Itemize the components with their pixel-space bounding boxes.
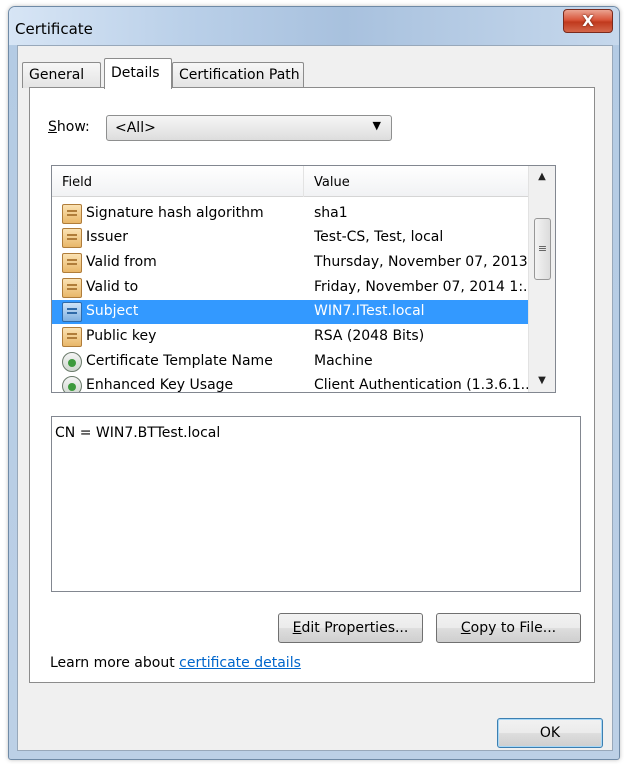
field-name: Issuer — [86, 229, 128, 245]
field-name: Signature hash algorithm — [86, 205, 264, 221]
edit-properties-button[interactable]: Edit Properties... — [278, 613, 423, 643]
certificate-icon — [62, 327, 82, 347]
column-header-value[interactable]: Value — [314, 175, 350, 190]
ok-button[interactable]: OK — [497, 718, 603, 748]
fields-list[interactable]: Field Value Signature hash algorithm sha… — [51, 165, 556, 393]
certificate-icon — [62, 204, 82, 224]
list-row[interactable]: Valid from Thursday, November 07, 2013..… — [52, 251, 555, 275]
field-detail-box[interactable]: CN = WIN7.BTTest.local — [51, 416, 581, 592]
extension-icon — [62, 352, 82, 372]
tab-certification-path[interactable]: Certification Path — [172, 62, 304, 88]
column-header-field[interactable]: Field — [62, 175, 92, 190]
list-row-selected[interactable]: Subject WIN7.ITest.local — [52, 300, 555, 324]
field-value: Friday, November 07, 2014 1:... — [314, 279, 528, 295]
window-title: Certificate — [15, 20, 93, 38]
show-label: Show: — [48, 119, 90, 135]
field-value: Thursday, November 07, 2013... — [314, 254, 528, 270]
certificate-icon — [62, 253, 82, 273]
field-value: sha1 — [314, 205, 348, 221]
extension-icon — [62, 376, 82, 392]
list-row[interactable]: Valid to Friday, November 07, 2014 1:... — [52, 276, 555, 300]
field-name: Certificate Template Name — [86, 353, 273, 369]
learn-more-text: Learn more about certificate details — [50, 655, 301, 671]
scroll-down-arrow-icon[interactable]: ▼ — [529, 370, 555, 392]
close-button[interactable]: X — [563, 9, 613, 33]
list-row[interactable]: Enhanced Key Usage Client Authentication… — [52, 374, 555, 393]
field-value: Machine — [314, 353, 373, 369]
field-detail-text: CN = WIN7.BTTest.local — [55, 425, 221, 441]
certificate-icon — [62, 302, 82, 322]
field-name: Valid from — [86, 254, 157, 270]
field-name: Valid to — [86, 279, 139, 295]
scrollbar-thumb[interactable]: ≡ — [534, 218, 551, 280]
copy-to-file-button[interactable]: Copy to File... — [436, 613, 581, 643]
field-name: Subject — [86, 303, 139, 319]
field-name: Enhanced Key Usage — [86, 377, 234, 393]
field-value: WIN7.ITest.local — [314, 303, 425, 319]
certificate-icon — [62, 278, 82, 298]
list-row[interactable]: Signature hash algorithm sha1 — [52, 202, 555, 226]
certificate-icon — [62, 228, 82, 248]
vertical-scrollbar[interactable]: ▲ ≡ ▼ — [528, 166, 555, 392]
chevron-down-icon: ▼ — [372, 119, 381, 132]
column-divider[interactable] — [303, 166, 304, 197]
list-row[interactable]: Public key RSA (2048 Bits) — [52, 325, 555, 349]
show-dropdown[interactable]: <All> ▼ — [106, 115, 392, 141]
field-value: Test-CS, Test, local — [314, 229, 444, 245]
scroll-up-arrow-icon[interactable]: ▲ — [529, 166, 555, 188]
certificate-details-link[interactable]: certificate details — [179, 655, 301, 671]
tab-general[interactable]: General — [22, 62, 101, 88]
list-header: Field Value — [52, 166, 529, 197]
field-name: Public key — [86, 328, 157, 344]
title-bar[interactable]: Certificate X — [9, 7, 619, 45]
list-row[interactable]: Certificate Template Name Machine — [52, 350, 555, 374]
field-value: Client Authentication (1.3.6.1... — [314, 377, 528, 393]
show-dropdown-value: <All> — [115, 120, 156, 136]
tab-details[interactable]: Details — [104, 58, 172, 89]
list-row[interactable]: Issuer Test-CS, Test, local — [52, 226, 555, 250]
field-value: RSA (2048 Bits) — [314, 328, 425, 344]
